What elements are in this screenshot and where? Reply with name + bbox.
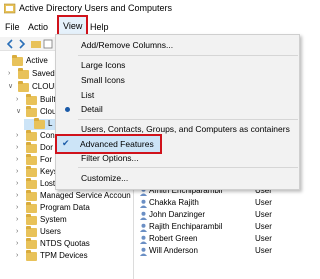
menu-item-large-icons[interactable]: Large Icons [56, 58, 299, 72]
chevron-right-icon[interactable]: › [16, 180, 24, 188]
chevron-down-icon[interactable]: ∨ [16, 108, 24, 116]
folder-icon [12, 55, 23, 66]
menu-view-label: View [63, 21, 83, 31]
folder-icon [26, 94, 37, 105]
folder-icon [26, 166, 37, 177]
menu-separator [78, 119, 298, 120]
chevron-right-icon[interactable]: › [16, 204, 24, 212]
ad-users-computers-icon [4, 3, 16, 14]
menu-help[interactable]: Help [90, 22, 109, 32]
folder-icon[interactable] [31, 39, 41, 49]
folder-icon [26, 202, 37, 213]
menu-item-add-remove-columns[interactable]: Add/Remove Columns... [56, 38, 299, 52]
menu-action[interactable]: Actio [28, 22, 48, 32]
chevron-right-icon[interactable]: › [16, 192, 24, 200]
chevron-right-icon[interactable]: › [16, 240, 24, 248]
chevron-right-icon[interactable]: › [16, 216, 24, 224]
menu-item-small-icons[interactable]: Small Icons [56, 73, 299, 87]
menu-item-customize[interactable]: Customize... [56, 171, 299, 185]
user-icon [140, 235, 147, 244]
folder-icon [34, 118, 45, 129]
chevron-down-icon[interactable]: ∨ [8, 83, 16, 91]
menu-item-list[interactable]: List [56, 88, 299, 102]
chevron-right-icon[interactable]: › [8, 70, 16, 78]
menu-item-advanced-features[interactable]: ✔ Advanced Features [55, 134, 162, 154]
chevron-right-icon[interactable]: › [16, 156, 24, 164]
chevron-right-icon[interactable]: › [16, 228, 24, 236]
user-icon [140, 223, 147, 232]
folder-icon [26, 226, 37, 237]
folder-icon [26, 142, 37, 153]
menu-separator [78, 167, 298, 168]
list-item[interactable]: John Danzinger User [137, 210, 300, 221]
folder-icon [18, 68, 29, 79]
chevron-right-icon[interactable]: › [16, 96, 24, 104]
folder-icon [26, 250, 37, 261]
title-bar: Active Directory Users and Computers [0, 0, 300, 17]
folder-icon [26, 214, 37, 225]
details-pane: Amith Enchiparambil User Chakka Rajith U… [137, 183, 300, 279]
folder-icon [26, 106, 37, 117]
domain-icon [18, 81, 29, 92]
chevron-right-icon[interactable]: › [16, 132, 24, 140]
folder-icon [26, 130, 37, 141]
tree-item-selected[interactable]: L [24, 118, 56, 130]
radio-bullet-icon [65, 107, 70, 112]
user-icon [140, 211, 147, 220]
view-menu: Add/Remove Columns... Large Icons Small … [55, 34, 300, 190]
user-icon [140, 199, 147, 208]
folder-icon [26, 154, 37, 165]
checkmark-icon: ✔ [62, 138, 70, 148]
back-icon[interactable] [5, 39, 15, 49]
folder-icon [26, 238, 37, 249]
menu-file[interactable]: File [5, 22, 20, 32]
window-title: Active Directory Users and Computers [19, 3, 173, 13]
folder-icon [26, 190, 37, 201]
folder-icon [26, 178, 37, 189]
chevron-right-icon[interactable]: › [16, 252, 24, 260]
chevron-right-icon[interactable]: › [16, 144, 24, 152]
properties-icon[interactable] [43, 39, 53, 49]
forward-icon[interactable] [17, 39, 27, 49]
list-item[interactable]: Chakka Rajith User [137, 198, 300, 209]
list-item[interactable]: Robert Green User [137, 234, 300, 245]
list-item[interactable]: Will Anderson User [137, 246, 300, 257]
chevron-right-icon[interactable]: › [16, 168, 24, 176]
user-icon [140, 247, 147, 256]
menu-separator [78, 55, 298, 56]
list-item[interactable]: Rajith Enchiparambil User [137, 222, 300, 233]
menu-item-detail[interactable]: Detail [56, 102, 299, 116]
